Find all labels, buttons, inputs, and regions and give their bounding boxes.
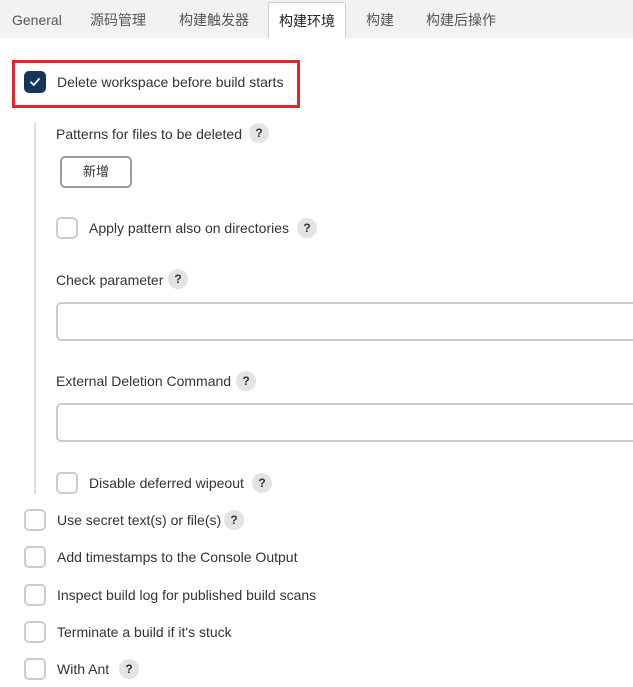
check-parameter-input[interactable]	[56, 302, 633, 341]
check-parameter-label: Check parameter	[56, 272, 164, 288]
disable-deferred-label: Disable deferred wipeout	[89, 475, 244, 491]
apply-pattern-label: Apply pattern also on directories	[89, 220, 289, 236]
delete-workspace-label: Delete workspace before build starts	[57, 74, 284, 90]
help-icon[interactable]: ?	[297, 218, 317, 238]
help-icon[interactable]: ?	[119, 659, 139, 679]
apply-pattern-checkbox[interactable]	[56, 217, 78, 239]
secret-text-checkbox[interactable]	[24, 509, 46, 531]
with-ant-label: With Ant	[57, 661, 110, 677]
patterns-label: Patterns for files to be deleted	[56, 126, 242, 142]
nested-section-rail	[34, 123, 36, 494]
inspect-log-checkbox[interactable]	[24, 584, 46, 606]
help-icon[interactable]: ?	[252, 473, 272, 493]
tab-build-environment[interactable]: 构建环境	[268, 2, 346, 38]
terminate-checkbox[interactable]	[24, 621, 46, 643]
inspect-log-label: Inspect build log for published build sc…	[57, 587, 317, 603]
timestamps-checkbox[interactable]	[24, 546, 46, 568]
add-pattern-button[interactable]: 新增	[60, 156, 132, 188]
help-icon[interactable]: ?	[224, 510, 244, 530]
help-icon[interactable]: ?	[236, 371, 256, 391]
help-icon[interactable]: ?	[168, 269, 188, 289]
disable-deferred-checkbox[interactable]	[56, 472, 78, 494]
terminate-label: Terminate a build if it's stuck	[57, 624, 232, 640]
check-icon	[30, 78, 40, 86]
tab-bar: General 源码管理 构建触发器 构建环境 构建 构建后操作	[0, 0, 633, 38]
external-deletion-label: External Deletion Command	[56, 373, 232, 389]
delete-workspace-checkbox[interactable]	[24, 71, 46, 93]
external-deletion-input[interactable]	[56, 403, 633, 442]
timestamps-label: Add timestamps to the Console Output	[57, 549, 298, 565]
tab-source-control[interactable]: 源码管理	[90, 0, 146, 38]
tab-build[interactable]: 构建	[366, 0, 394, 38]
secret-text-label: Use secret text(s) or file(s)	[57, 512, 222, 528]
tab-build-triggers[interactable]: 构建触发器	[179, 0, 249, 38]
tab-post-build-actions[interactable]: 构建后操作	[426, 0, 496, 38]
help-icon[interactable]: ?	[249, 123, 269, 143]
with-ant-checkbox[interactable]	[24, 658, 46, 680]
tab-general[interactable]: General	[12, 0, 62, 38]
